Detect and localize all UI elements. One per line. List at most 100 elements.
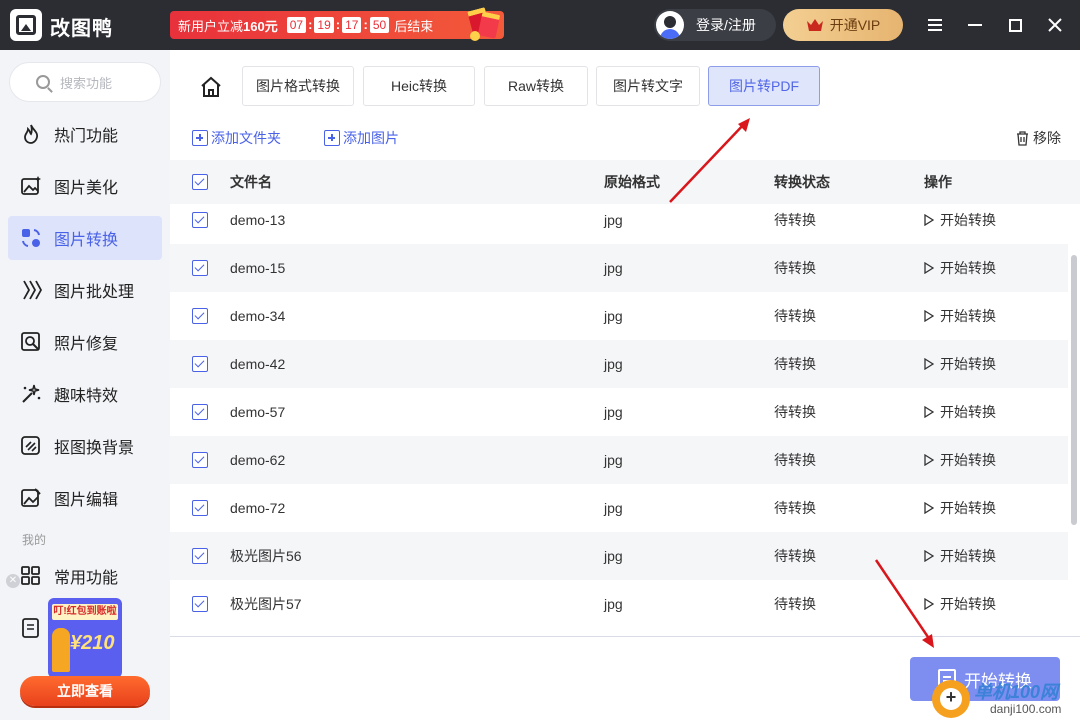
- sidebar-item-edit[interactable]: 图片编辑: [8, 476, 162, 520]
- convert-status: 待转换: [774, 356, 816, 372]
- table-row[interactable]: demo-13 jpg 待转换 开始转换: [170, 204, 1068, 244]
- tab-image-to-pdf[interactable]: 图片转PDF: [708, 66, 820, 106]
- start-convert-link[interactable]: 开始转换: [924, 210, 996, 230]
- sidebar-item-hot[interactable]: 热门功能: [8, 112, 162, 156]
- avatar: [656, 11, 684, 39]
- countdown-minutes: 19: [314, 17, 334, 33]
- start-convert-link[interactable]: 开始转换: [924, 498, 996, 518]
- sidebar-item-label: 照片修复: [54, 336, 119, 353]
- login-button[interactable]: 登录/注册: [654, 9, 776, 41]
- login-label: 登录/注册: [696, 17, 756, 33]
- promo-banner[interactable]: 新用户立减 160元 07:19:17:50 后结束: [170, 7, 504, 41]
- row-checkbox[interactable]: [192, 548, 208, 564]
- convert-status: 待转换: [774, 260, 816, 276]
- tab-format-convert[interactable]: 图片格式转换: [242, 66, 354, 106]
- table-row[interactable]: demo-42 jpg 待转换 开始转换: [170, 340, 1068, 388]
- table-row[interactable]: demo-72 jpg 待转换 开始转换: [170, 484, 1068, 532]
- remove-label: 移除: [1033, 130, 1061, 146]
- sidebar-item-repair[interactable]: 照片修复: [8, 320, 162, 364]
- countdown-hours: 07: [286, 17, 307, 33]
- ad-card[interactable]: 叮!红包到账啦 ¥210: [48, 598, 122, 678]
- row-checkbox[interactable]: [192, 596, 208, 612]
- sidebar-item-cutout[interactable]: 抠图换背景: [8, 424, 162, 468]
- menu-icon[interactable]: [924, 14, 946, 36]
- table-row[interactable]: demo-15 jpg 待转换 开始转换: [170, 244, 1068, 292]
- file-format: jpg: [604, 500, 623, 516]
- start-convert-link[interactable]: 开始转换: [924, 306, 996, 326]
- start-convert-link-label: 开始转换: [940, 356, 996, 372]
- start-convert-link[interactable]: 开始转换: [924, 258, 996, 278]
- sidebar: 搜索功能 热门功能 图片美化 图片转换 图片批处理 照片修复 趣味特效 抠图换背…: [0, 50, 170, 720]
- convert-icon: [20, 227, 42, 249]
- row-checkbox[interactable]: [192, 500, 208, 516]
- search-icon: [36, 75, 50, 89]
- table-row[interactable]: demo-62 jpg 待转换 开始转换: [170, 436, 1068, 484]
- start-convert-link[interactable]: 开始转换: [924, 354, 996, 374]
- annotation-arrow-tab: [669, 118, 750, 203]
- tab-image-to-text[interactable]: 图片转文字: [596, 66, 700, 106]
- countdown: 07:19:17:50: [286, 17, 390, 33]
- crown-icon: [806, 19, 823, 31]
- tab-heic-convert[interactable]: Heic转换: [363, 66, 475, 106]
- ad-view-button[interactable]: 立即查看: [20, 676, 150, 706]
- close-icon[interactable]: [1044, 14, 1066, 36]
- sidebar-item-effects[interactable]: 趣味特效: [8, 372, 162, 416]
- play-icon: [924, 310, 934, 322]
- convert-status: 待转换: [774, 212, 816, 228]
- start-convert-link-label: 开始转换: [940, 548, 996, 564]
- row-checkbox[interactable]: [192, 404, 208, 420]
- tab-raw-convert[interactable]: Raw转换: [484, 66, 588, 106]
- table-scrollbar[interactable]: [1071, 255, 1077, 525]
- ad-close-icon[interactable]: ✕: [6, 574, 20, 588]
- add-folder-button[interactable]: 添加文件夹: [192, 128, 281, 148]
- row-checkbox[interactable]: [192, 356, 208, 372]
- app-name: 改图鸭: [50, 18, 113, 40]
- sidebar-item-convert[interactable]: 图片转换: [8, 216, 162, 260]
- sidebar-item-beautify[interactable]: 图片美化: [8, 164, 162, 208]
- image-edit-icon: [20, 487, 42, 509]
- start-convert-link[interactable]: 开始转换: [924, 450, 996, 470]
- play-icon: [924, 262, 934, 274]
- watermark-brand: 单机100网: [974, 682, 1059, 702]
- countdown-centiseconds: 50: [369, 17, 390, 33]
- app-logo: [10, 9, 42, 41]
- start-convert-link-label: 开始转换: [940, 212, 996, 228]
- convert-status: 待转换: [774, 404, 816, 420]
- table-row[interactable]: demo-57 jpg 待转换 开始转换: [170, 388, 1068, 436]
- file-format: jpg: [604, 308, 623, 324]
- trash-icon: [1017, 130, 1028, 146]
- start-convert-link[interactable]: 开始转换: [924, 402, 996, 422]
- file-format: jpg: [604, 404, 623, 420]
- minimize-icon[interactable]: [964, 14, 986, 36]
- annotation-arrow-start: [874, 559, 934, 648]
- select-all-checkbox[interactable]: [192, 174, 208, 190]
- start-convert-link-label: 开始转换: [940, 308, 996, 324]
- sidebar-item-batch[interactable]: 图片批处理: [8, 268, 162, 312]
- grid-icon: [20, 565, 42, 587]
- remove-button[interactable]: 移除: [1016, 128, 1061, 148]
- search-placeholder: 搜索功能: [60, 75, 113, 91]
- sidebar-item-label: 图片转换: [54, 232, 119, 249]
- add-image-button[interactable]: 添加图片: [324, 128, 399, 148]
- file-name: demo-15: [230, 260, 286, 276]
- sidebar-item-label: 热门功能: [54, 128, 119, 145]
- vip-button[interactable]: 开通VIP: [783, 9, 903, 41]
- maximize-icon[interactable]: [1004, 14, 1026, 36]
- play-icon: [924, 214, 934, 226]
- sidebar-item-label: 趣味特效: [54, 388, 119, 405]
- red-packet-ad[interactable]: ✕ 叮!红包到账啦 ¥210 立即查看: [6, 574, 150, 708]
- file-format: jpg: [604, 260, 623, 276]
- home-icon[interactable]: [200, 76, 222, 98]
- row-checkbox[interactable]: [192, 260, 208, 276]
- sidebar-item-favorites[interactable]: 常用功能: [8, 554, 162, 598]
- file-format: jpg: [604, 452, 623, 468]
- vip-label: 开通VIP: [829, 17, 881, 33]
- row-checkbox[interactable]: [192, 308, 208, 324]
- row-checkbox[interactable]: [192, 212, 208, 228]
- file-name: demo-13: [230, 212, 286, 228]
- row-checkbox[interactable]: [192, 452, 208, 468]
- table-row[interactable]: demo-34 jpg 待转换 开始转换: [170, 292, 1068, 340]
- convert-status: 待转换: [774, 452, 816, 468]
- search-input[interactable]: 搜索功能: [9, 62, 161, 102]
- file-name: demo-34: [230, 308, 286, 324]
